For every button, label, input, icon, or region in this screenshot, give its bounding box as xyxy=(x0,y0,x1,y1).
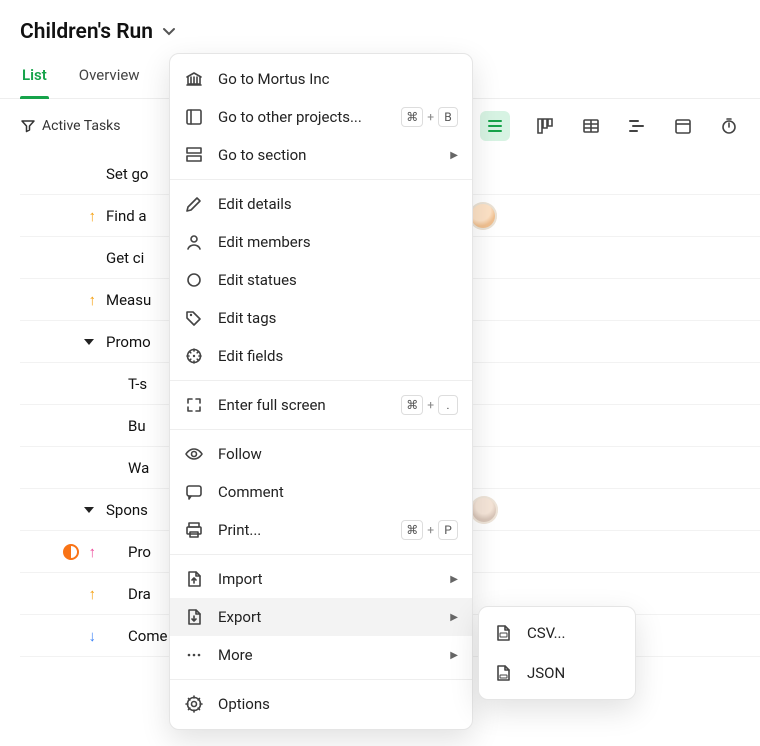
task-title: Set go xyxy=(106,165,148,183)
menu-item-label: Enter full screen xyxy=(218,396,387,414)
priority-up-icon: ↑ xyxy=(89,207,97,225)
menu-item-label: Edit details xyxy=(218,195,458,213)
section-icon xyxy=(184,145,204,165)
priority-down-icon: ↓ xyxy=(89,627,97,645)
menu-item-label: More xyxy=(218,646,436,664)
view-calendar-button[interactable] xyxy=(672,115,694,137)
menu-item-print[interactable]: Print... ⌘+P xyxy=(170,511,472,549)
export-submenu: CSV... JSON xyxy=(478,606,636,700)
pencil-icon xyxy=(184,194,204,214)
menu-item-edit-fields[interactable]: Edit fields xyxy=(170,337,472,375)
json-icon xyxy=(493,663,513,683)
assignee-avatar[interactable] xyxy=(470,496,498,524)
task-title: Find a xyxy=(106,207,147,225)
view-table-button[interactable] xyxy=(580,115,602,137)
expand-triangle-icon xyxy=(84,339,94,345)
menu-item-comment[interactable]: Comment xyxy=(170,473,472,511)
menu-item-edit-tags[interactable]: Edit tags xyxy=(170,299,472,337)
expand-triangle-icon xyxy=(84,507,94,513)
menu-item-options[interactable]: Options xyxy=(170,685,472,723)
gear-icon xyxy=(184,694,204,714)
menu-item-go-to-section[interactable]: Go to section ▶ xyxy=(170,136,472,174)
context-menu: Go to Mortus Inc Go to other projects... ⌘… xyxy=(169,53,473,730)
priority-up-icon: ↑ xyxy=(89,585,97,603)
menu-item-go-to-other-projects[interactable]: Go to other projects... ⌘+B xyxy=(170,98,472,136)
tab-overview[interactable]: Overview xyxy=(77,66,142,98)
menu-item-label: Print... xyxy=(218,521,387,539)
menu-item-label: Edit tags xyxy=(218,309,458,327)
menu-item-follow[interactable]: Follow xyxy=(170,435,472,473)
menu-item-more[interactable]: More ▶ xyxy=(170,636,472,674)
import-icon xyxy=(184,569,204,589)
menu-item-edit-details[interactable]: Edit details xyxy=(170,185,472,223)
menu-item-import[interactable]: Import ▶ xyxy=(170,560,472,598)
menu-item-label: Export xyxy=(218,608,436,626)
priority-up-icon: ↑ xyxy=(89,543,97,561)
menu-item-label: Go to section xyxy=(218,146,436,164)
menu-item-export[interactable]: Export ▶ xyxy=(170,598,472,636)
fields-icon xyxy=(184,346,204,366)
menu-item-label: Go to Mortus Inc xyxy=(218,70,458,88)
export-icon xyxy=(184,607,204,627)
menu-item-label: Edit fields xyxy=(218,347,458,365)
tab-list[interactable]: List xyxy=(20,66,49,98)
more-icon xyxy=(184,645,204,665)
menu-item-label: Import xyxy=(218,570,436,588)
submenu-item-label: CSV... xyxy=(527,624,621,642)
chevron-right-icon: ▶ xyxy=(450,612,458,623)
chevron-down-icon xyxy=(161,24,177,40)
print-icon xyxy=(184,520,204,540)
task-title: Get ci xyxy=(106,249,144,267)
chevron-right-icon: ▶ xyxy=(450,574,458,585)
chevron-right-icon: ▶ xyxy=(450,150,458,161)
submenu-item-json[interactable]: JSON xyxy=(479,653,635,693)
menu-item-label: Comment xyxy=(218,483,458,501)
csv-icon xyxy=(493,623,513,643)
menu-item-edit-statues[interactable]: Edit statues xyxy=(170,261,472,299)
task-title: Bu xyxy=(106,417,146,435)
eye-icon xyxy=(184,444,204,464)
task-title: Pro xyxy=(106,543,151,561)
filter-icon xyxy=(20,118,36,134)
task-title: Come xyxy=(106,627,167,645)
priority-up-icon: ↑ xyxy=(89,291,97,309)
fullscreen-icon xyxy=(184,395,204,415)
menu-item-label: Edit statues xyxy=(218,271,458,289)
menu-item-label: Go to other projects... xyxy=(218,108,387,126)
view-list-button[interactable] xyxy=(480,111,510,141)
menu-item-enter-full-screen[interactable]: Enter full screen ⌘+. xyxy=(170,386,472,424)
menu-item-label: Follow xyxy=(218,445,458,463)
projects-icon xyxy=(184,107,204,127)
keyboard-shortcut: ⌘+B xyxy=(401,107,458,127)
submenu-item-csv[interactable]: CSV... xyxy=(479,613,635,653)
filter-active-tasks[interactable]: Active Tasks xyxy=(20,118,121,134)
bank-icon xyxy=(184,69,204,89)
progress-half-icon xyxy=(63,544,79,560)
view-timer-button[interactable] xyxy=(718,115,740,137)
view-timeline-button[interactable] xyxy=(626,115,648,137)
submenu-item-label: JSON xyxy=(527,664,621,682)
tag-icon xyxy=(184,308,204,328)
members-icon xyxy=(184,232,204,252)
menu-item-label: Options xyxy=(218,695,458,713)
menu-item-edit-members[interactable]: Edit members xyxy=(170,223,472,261)
task-title: T-s xyxy=(106,375,147,393)
comment-icon xyxy=(184,482,204,502)
keyboard-shortcut: ⌘+P xyxy=(401,520,458,540)
task-title: Measu xyxy=(106,291,151,309)
task-title: Wa xyxy=(106,459,149,477)
chevron-right-icon: ▶ xyxy=(450,650,458,661)
task-title: Spons xyxy=(106,501,148,519)
task-title: Dra xyxy=(106,585,151,603)
project-title: Children's Run xyxy=(20,20,153,44)
circle-icon xyxy=(184,270,204,290)
task-title: Promo xyxy=(106,333,151,351)
keyboard-shortcut: ⌘+. xyxy=(401,395,458,415)
menu-item-go-to-mortus-inc[interactable]: Go to Mortus Inc xyxy=(170,60,472,98)
project-title-row[interactable]: Children's Run xyxy=(20,20,740,44)
view-board-button[interactable] xyxy=(534,115,556,137)
menu-item-label: Edit members xyxy=(218,233,458,251)
